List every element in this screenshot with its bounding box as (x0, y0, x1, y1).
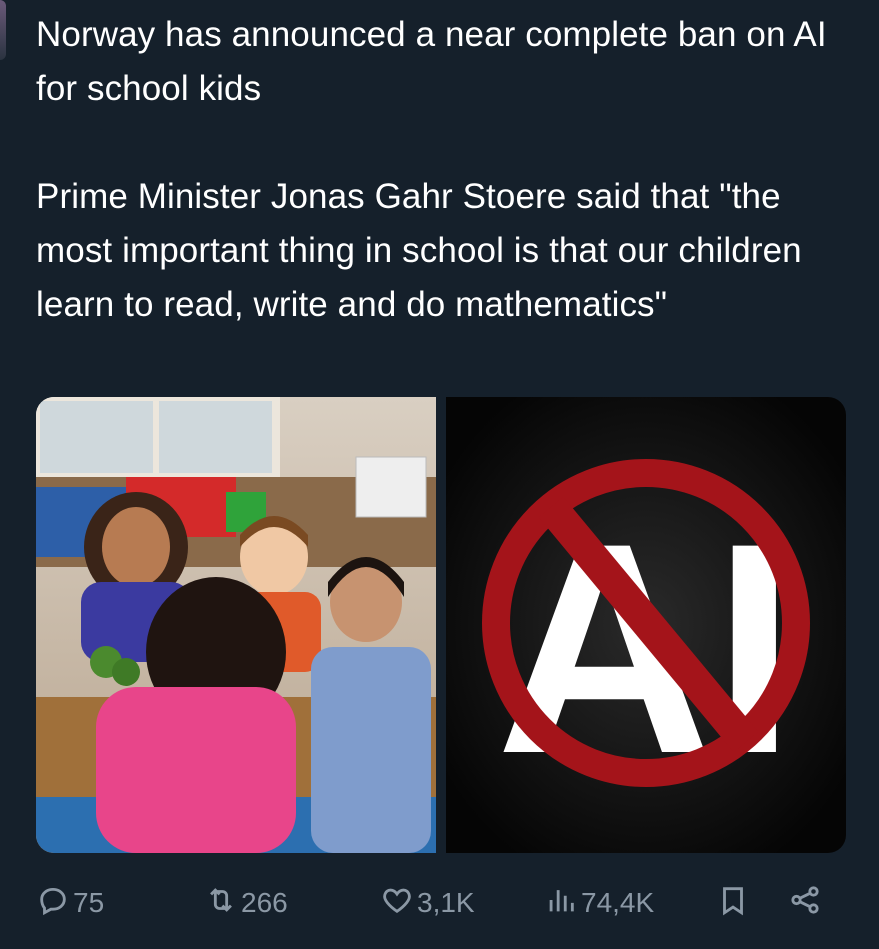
like-count: 3,1K (417, 887, 475, 918)
repost-button[interactable]: 266 (204, 875, 288, 931)
repost-icon (204, 883, 238, 924)
reply-count: 75 (73, 887, 105, 918)
reply-button[interactable]: 75 (36, 875, 104, 931)
tweet-text: Norway has announced a near complete ban… (36, 8, 856, 332)
bookmark-icon (716, 883, 750, 924)
reply-icon (36, 883, 70, 924)
no-ai-logo: AI (446, 397, 846, 853)
classroom-photo[interactable] (36, 397, 436, 853)
views-icon (544, 883, 578, 924)
tweet-actions: 75 266 3,1K 74,4K (36, 875, 836, 931)
bookmark-button[interactable] (716, 875, 750, 931)
like-icon (380, 883, 414, 924)
repost-count: 266 (241, 887, 288, 918)
avatar[interactable] (0, 0, 6, 60)
tweet-headline: Norway has announced a near complete ban… (36, 15, 827, 108)
media-grid: AI (36, 397, 846, 853)
share-icon (788, 883, 822, 924)
like-button[interactable]: 3,1K (380, 875, 475, 931)
views-button[interactable]: 74,4K (544, 875, 654, 931)
views-count: 74,4K (581, 887, 655, 918)
classroom-illustration (36, 397, 436, 853)
share-button[interactable] (788, 875, 822, 931)
tweet-body: Prime Minister Jonas Gahr Stoere said th… (36, 177, 802, 324)
no-ai-graphic[interactable]: AI (446, 397, 846, 853)
